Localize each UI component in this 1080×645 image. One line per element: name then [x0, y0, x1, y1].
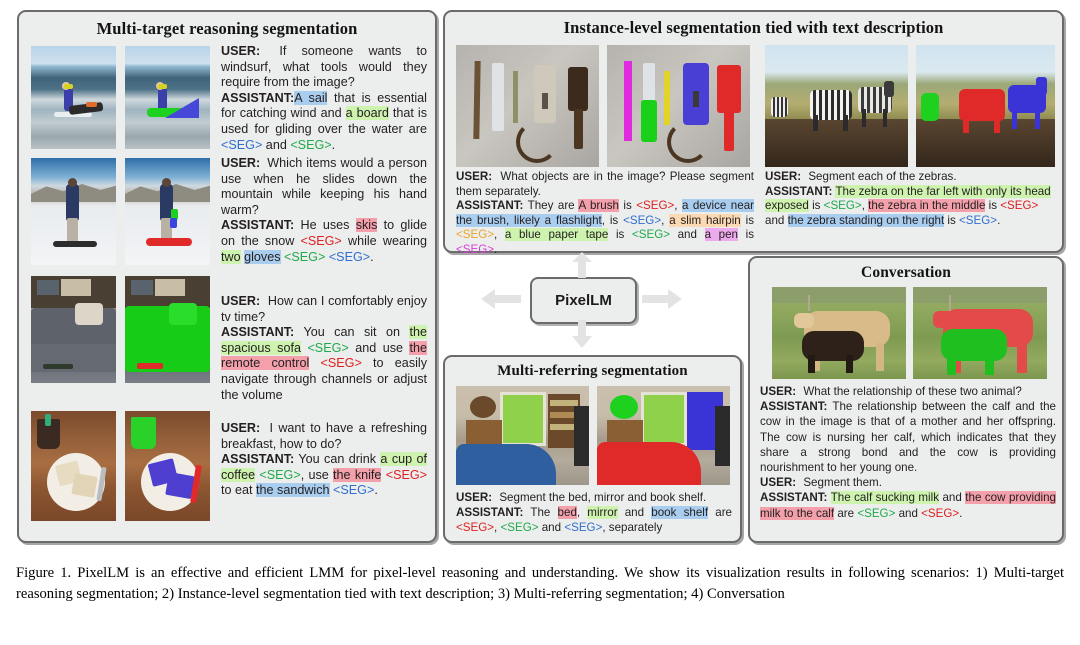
mask-mirror-green: [610, 395, 638, 419]
panel-title-multi-referring: Multi-referring segmentation: [497, 363, 688, 379]
mask-brush-green: [641, 100, 657, 142]
user-text: Segment each of the zebras.: [808, 170, 957, 183]
row-windsurf: USER: If someone wants to windsurf, what…: [31, 44, 427, 152]
user-text: What objects are in the image? Please se…: [456, 170, 754, 198]
pixellm-label: PixelLM: [555, 292, 612, 309]
image-sofa-segmented: [125, 276, 210, 383]
panel-title-multi-target: Multi-target reasoning segmentation: [96, 19, 358, 38]
image-tools-segmented: [607, 45, 750, 167]
user-text: Segment them.: [803, 476, 882, 490]
figure-caption: Figure 1. PixelLM is an effective and ef…: [16, 565, 1064, 602]
figure-root: Multi-target reasoning segmentation USER…: [0, 0, 1080, 645]
speaker-user: USER:: [456, 491, 493, 504]
mask-brush-red: [717, 65, 741, 113]
user-text: What the relationship of these two anima…: [803, 385, 1022, 398]
panel-instance-level: Instance-level segmentation tied with te…: [443, 10, 1064, 256]
speaker-assistant: ASSISTANT:: [765, 184, 833, 198]
arrow-up-icon: [572, 252, 592, 278]
conv-bedroom: USER: Segment the bed, mirror and book s…: [456, 490, 732, 535]
pixellm-model-box[interactable]: PixelLM: [530, 277, 637, 324]
image-windsurf-segmented: [125, 46, 210, 149]
image-cows-original: [772, 287, 906, 379]
conv-tools: USER: What objects are in the image? Ple…: [456, 170, 754, 258]
mask-glove-blue: [170, 218, 177, 228]
panel-multi-target-reasoning: Multi-target reasoning segmentation USER…: [17, 10, 437, 543]
mask-coffee-green: [131, 417, 156, 449]
image-sofa-original: [31, 276, 116, 383]
speaker-user: USER:: [760, 476, 797, 490]
speaker-user: USER:: [221, 294, 261, 308]
arrow-right-icon: [642, 289, 682, 309]
panel-multi-referring: Multi-referring segmentation USER: Segme…: [443, 355, 742, 543]
speaker-assistant: ASSISTANT:: [221, 218, 295, 233]
speaker-user: USER:: [456, 170, 493, 183]
speaker-user: USER:: [760, 385, 797, 398]
panel-conversation: Conversation USER: What the relationship…: [748, 256, 1064, 543]
image-breakfast-original: [31, 411, 116, 521]
panel-title-instance-level: Instance-level segmentation tied with te…: [563, 18, 944, 37]
conv-snow: USER: Which items would a person use whe…: [221, 156, 427, 265]
image-snow-original: [31, 158, 116, 265]
speaker-assistant: ASSISTANT:: [456, 506, 524, 519]
speaker-assistant: ASSISTANT:: [221, 90, 295, 105]
row-snowboard: USER: Which items would a person use whe…: [31, 156, 427, 265]
panel-title-conversation: Conversation: [861, 264, 951, 281]
image-cows-segmented: [913, 287, 1047, 379]
speaker-assistant: ASSISTANT:: [456, 199, 524, 213]
mask-hairpin-yellow: [664, 71, 670, 125]
image-tools-original: [456, 45, 599, 167]
speaker-assistant: ASSISTANT:: [760, 491, 828, 505]
speaker-user: USER:: [221, 421, 261, 435]
mask-skis-red: [146, 238, 192, 246]
row-sofa: USER: How can I comfortably enjoy tv tim…: [31, 276, 427, 402]
image-zebras-segmented: [916, 45, 1055, 167]
arrow-down-icon: [572, 320, 592, 348]
mask-zebra-left-green: [921, 93, 939, 121]
image-snow-segmented: [125, 158, 210, 265]
row-breakfast: USER: I want to have a refreshing breakf…: [31, 411, 427, 521]
user-text: Segment the bed, mirror and book shelf.: [499, 491, 707, 504]
conv-cows: USER: What the relationship of these two…: [760, 384, 1057, 521]
speaker-assistant: ASSISTANT:: [221, 325, 295, 340]
mask-remote-red: [137, 363, 163, 369]
image-bedroom-original: [456, 386, 589, 485]
image-zebras-original: [765, 45, 908, 167]
conv-zebras: USER: Segment each of the zebras. ASSIST…: [765, 170, 1055, 228]
speaker-user: USER:: [221, 44, 261, 58]
image-windsurf-original: [31, 46, 116, 149]
speaker-assistant: ASSISTANT:: [760, 400, 828, 414]
arrow-left-icon: [481, 289, 521, 309]
speaker-assistant: ASSISTANT:: [221, 452, 295, 467]
mask-bed-red: [597, 442, 701, 485]
speaker-user: USER:: [221, 156, 261, 170]
conv-sofa: USER: How can I comfortably enjoy tv tim…: [221, 294, 427, 403]
conv-windsurf: USER: If someone wants to windsurf, what…: [221, 44, 427, 153]
speaker-user: USER:: [765, 170, 802, 183]
image-breakfast-segmented: [125, 411, 210, 521]
mask-pen-magenta: [624, 61, 632, 141]
image-bedroom-segmented: [597, 386, 730, 485]
conv-breakfast: USER: I want to have a refreshing breakf…: [221, 421, 427, 499]
